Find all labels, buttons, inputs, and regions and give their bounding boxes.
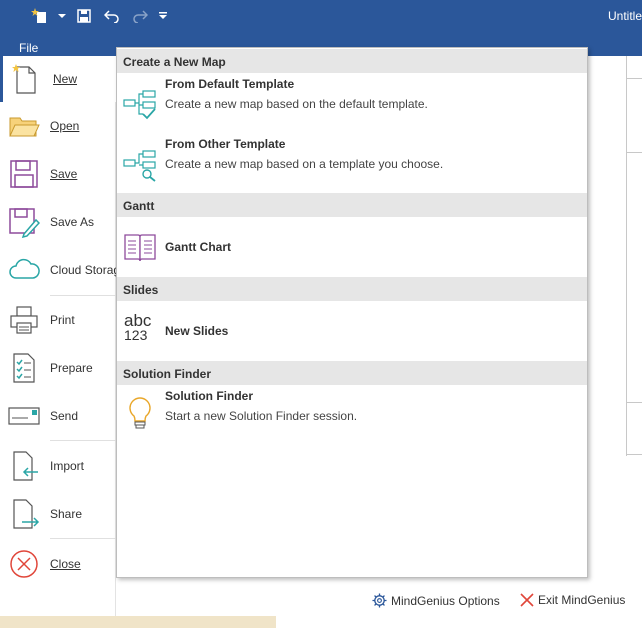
import-icon <box>13 451 38 481</box>
abc-123-icon: abc 123 <box>124 311 160 348</box>
menu-item-title: From Default Template <box>165 77 295 91</box>
save-icon[interactable] <box>74 6 94 26</box>
document-background <box>590 56 642 456</box>
menu-item-new-slides[interactable]: abc 123 New Slides <box>117 304 587 358</box>
quick-access-toolbar <box>30 6 168 26</box>
menu-item-description: Start a new Solution Finder session. <box>165 409 358 423</box>
backstage-item-import[interactable]: Import <box>0 444 116 488</box>
exit-mindgenius-label: Exit MindGenius <box>538 593 626 607</box>
divider <box>50 538 116 539</box>
redo-icon[interactable] <box>130 6 150 26</box>
close-x-icon <box>520 593 534 607</box>
map-default-template-icon <box>123 90 156 120</box>
save-icon <box>10 160 38 188</box>
share-icon <box>13 499 40 529</box>
backstage-item-save[interactable]: Save <box>0 152 116 196</box>
file-tab[interactable]: File <box>19 41 38 55</box>
backstage-item-label: Save <box>50 167 78 181</box>
backstage-menu: New Open Save Save As Cloud Storag Print… <box>0 56 120 628</box>
section-header-slides: Slides <box>117 277 587 301</box>
menu-item-solution-finder[interactable]: Solution Finder Start a new Solution Fin… <box>117 388 587 438</box>
divider <box>626 152 642 153</box>
icon-text-123: 123 <box>124 327 148 343</box>
window-title: Untitle <box>607 9 642 23</box>
backstage-item-label: New <box>53 72 78 86</box>
backstage-item-label: Share <box>50 507 83 521</box>
printer-icon <box>10 306 38 334</box>
new-submenu-panel: Create a New Map From Default Template C… <box>116 47 588 578</box>
mindgenius-options-button[interactable]: MindGenius Options <box>372 593 500 608</box>
backstage-item-label: Close <box>50 557 81 571</box>
section-header-gantt: Gantt <box>117 193 587 217</box>
cloud-icon <box>9 258 40 279</box>
customize-toolbar-icon[interactable] <box>158 6 168 26</box>
close-icon <box>10 550 38 578</box>
menu-item-description: Create a new map based on a template you… <box>165 157 444 171</box>
chevron-down-icon[interactable] <box>58 6 66 26</box>
backstage-item-label: Prepare <box>50 361 93 375</box>
map-other-template-icon <box>123 150 156 182</box>
new-document-icon <box>12 64 36 94</box>
send-icon <box>8 407 40 425</box>
divider <box>626 454 642 455</box>
backstage-item-close[interactable]: Close <box>0 542 116 586</box>
mindgenius-options-label: MindGenius Options <box>391 593 500 608</box>
backstage-item-new[interactable]: New <box>0 56 116 102</box>
menu-item-title: Gantt Chart <box>165 240 231 254</box>
backstage-item-save-as[interactable]: Save As <box>0 200 116 244</box>
background-strip <box>0 616 276 628</box>
checklist-icon <box>13 353 35 383</box>
divider <box>50 295 116 296</box>
divider <box>626 78 642 79</box>
backstage-item-print[interactable]: Print <box>0 298 116 342</box>
backstage-item-label: Print <box>50 313 75 327</box>
backstage-item-open[interactable]: Open <box>0 104 116 148</box>
backstage-item-label: Import <box>50 459 85 473</box>
backstage-item-label: Cloud Storag <box>50 263 121 277</box>
save-as-icon <box>9 208 40 238</box>
backstage-item-label: Open <box>50 119 80 133</box>
section-header-solution-finder: Solution Finder <box>117 361 587 385</box>
divider <box>626 56 627 456</box>
folder-icon <box>9 117 40 137</box>
lightbulb-icon <box>129 397 151 429</box>
menu-item-gantt-chart[interactable]: Gantt Chart <box>117 220 587 274</box>
icon-text-abc: abc <box>124 311 152 330</box>
menu-item-description: Create a new map based on the default te… <box>165 97 428 111</box>
section-header-create-new-map: Create a New Map <box>117 49 587 73</box>
backstage-item-label: Send <box>50 409 79 423</box>
menu-item-from-other-template[interactable]: From Other Template Create a new map bas… <box>117 136 587 194</box>
menu-item-from-default-template[interactable]: From Default Template Create a new map b… <box>117 76 587 134</box>
menu-item-title: From Other Template <box>165 137 286 151</box>
divider <box>626 402 642 403</box>
backstage-item-share[interactable]: Share <box>0 492 116 536</box>
gear-icon <box>372 593 387 608</box>
backstage-item-send[interactable]: Send <box>0 394 116 438</box>
menu-item-title: Solution Finder <box>165 389 253 403</box>
menu-item-title: New Slides <box>165 324 229 338</box>
divider <box>50 440 116 441</box>
gantt-book-icon <box>124 234 156 262</box>
backstage-item-cloud-storage[interactable]: Cloud Storag <box>0 248 120 292</box>
backstage-item-prepare[interactable]: Prepare <box>0 346 116 390</box>
new-star-icon[interactable] <box>30 6 50 26</box>
undo-icon[interactable] <box>102 6 122 26</box>
backstage-item-label: Save As <box>50 215 95 229</box>
exit-mindgenius-button[interactable]: Exit MindGenius <box>520 593 625 607</box>
